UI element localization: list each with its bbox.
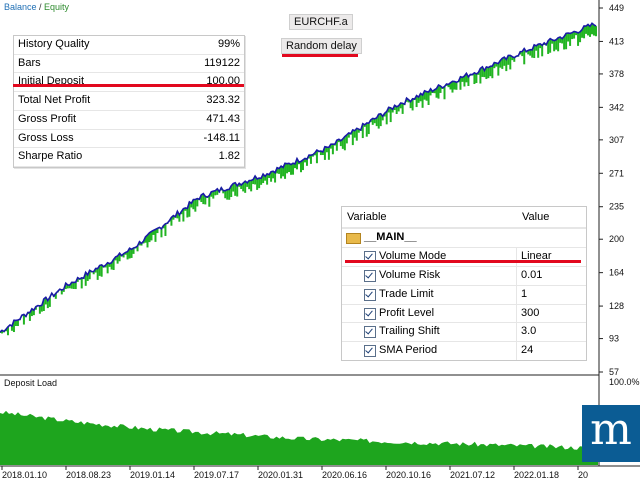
- mql5-logo: m: [582, 405, 640, 462]
- stats-label: Sharpe Ratio: [18, 150, 83, 163]
- params-header-value: Value: [522, 211, 550, 223]
- param-name: SMA Period: [379, 344, 438, 357]
- param-name: Profit Level: [379, 306, 435, 319]
- stats-row: Total Net Profit 323.32: [14, 92, 244, 111]
- param-row[interactable]: SMA Period 24: [342, 341, 586, 361]
- deposit-underline: [13, 84, 244, 87]
- folder-icon: [346, 233, 361, 244]
- param-name: Trade Limit: [379, 287, 434, 300]
- stats-value: 119122: [204, 56, 240, 69]
- parameters-panel: Variable Value __MAIN__ Volume Mode Linea…: [341, 206, 587, 362]
- deposit-load-plot: Deposit Load: [0, 378, 598, 465]
- stats-value: 323.32: [206, 94, 240, 107]
- y-tick-label: 378: [609, 69, 624, 79]
- param-value[interactable]: 0.01: [517, 267, 542, 285]
- x-tick-label: 2018.01.10: [2, 470, 47, 480]
- params-group-row[interactable]: __MAIN__: [342, 228, 586, 247]
- stats-row: Gross Loss -148.11: [14, 129, 244, 148]
- x-tick-label: 2019.01.14: [130, 470, 175, 480]
- y-tick-label: 342: [609, 102, 624, 112]
- x-tick-label: 2019.07.17: [194, 470, 239, 480]
- x-tick-label: 2020.01.31: [258, 470, 303, 480]
- param-name: Trailing Shift: [379, 325, 440, 338]
- checkbox-icon[interactable]: [364, 326, 376, 339]
- legend-separator: /: [36, 2, 45, 12]
- stats-label: Initial Deposit: [18, 75, 85, 88]
- param-value[interactable]: Linear: [517, 248, 552, 266]
- y-tick-label: 128: [609, 301, 624, 311]
- x-tick-label: 2020.06.16: [322, 470, 367, 480]
- stats-value: -148.11: [203, 131, 241, 144]
- params-header-variable: Variable: [347, 211, 387, 223]
- stats-value: 100.00: [206, 75, 240, 88]
- stats-label: Total Net Profit: [18, 94, 91, 107]
- param-name: Volume Risk: [379, 268, 441, 281]
- params-group-label: __MAIN__: [364, 231, 417, 243]
- stats-label: Bars: [18, 56, 41, 69]
- param-value[interactable]: 3.0: [517, 323, 536, 341]
- stats-row: Sharpe Ratio 1.82: [14, 148, 244, 167]
- param-row[interactable]: Volume Risk 0.01: [342, 265, 586, 285]
- param-value[interactable]: 1: [517, 286, 527, 304]
- symbol-label: EURCHF.a: [289, 14, 353, 30]
- deposit-load-title: Deposit Load: [4, 378, 57, 388]
- chart-legend: Balance / Equity: [4, 2, 69, 12]
- y-tick-label: 271: [609, 168, 624, 178]
- load-y-tick-label: 100.0%: [609, 377, 640, 387]
- stats-value: 1.82: [218, 150, 240, 163]
- x-tick-label: 2020.10.16: [386, 470, 431, 480]
- y-tick-label: 413: [609, 36, 624, 46]
- volume-mode-underline: [345, 260, 581, 263]
- stats-label: Gross Profit: [18, 112, 77, 125]
- param-value[interactable]: 300: [517, 305, 539, 323]
- x-axis: 2018.01.10 2018.08.23 2019.01.14 2019.07.17…: [0, 465, 640, 480]
- deposit-load-area: [0, 410, 598, 465]
- y-tick-label: 200: [609, 234, 624, 244]
- checkbox-icon[interactable]: [364, 288, 376, 301]
- y-tick-label: 307: [609, 135, 624, 145]
- delay-label: Random delay: [281, 38, 362, 54]
- param-row[interactable]: Trade Limit 1: [342, 284, 586, 304]
- x-tick-label: 2021.07.12: [450, 470, 495, 480]
- checkbox-icon[interactable]: [364, 345, 376, 358]
- y-tick-label: 93: [609, 334, 619, 344]
- y-tick-label: 235: [609, 202, 624, 212]
- param-row[interactable]: Profit Level 300: [342, 303, 586, 323]
- stats-label: History Quality: [18, 38, 90, 50]
- y-tick-label: 164: [609, 268, 624, 278]
- y-tick-label: 57: [609, 367, 619, 377]
- stats-panel: History Quality 99% Bars 119122 Initial Depo…: [13, 35, 245, 168]
- y-tick-label: 449: [609, 3, 624, 13]
- x-tick-label: 20: [578, 470, 588, 480]
- legend-equity: Equity: [44, 2, 70, 12]
- checkbox-icon[interactable]: [364, 307, 376, 320]
- x-tick-label: 2018.08.23: [66, 470, 111, 480]
- delay-underline: [282, 54, 358, 57]
- legend-balance: Balance: [4, 2, 37, 12]
- stats-value: 99%: [217, 38, 240, 50]
- x-tick-label: 2022.01.18: [514, 470, 559, 480]
- param-row[interactable]: Trailing Shift 3.0: [342, 322, 586, 342]
- stats-value: 471.43: [206, 112, 240, 125]
- param-name: Volume Mode: [379, 249, 447, 262]
- stats-row: Bars 119122: [14, 54, 244, 73]
- stats-row: Gross Profit 471.43: [14, 110, 244, 130]
- stats-row: History Quality 99%: [14, 36, 244, 55]
- checkbox-icon[interactable]: [364, 269, 376, 282]
- stats-row: Initial Deposit 100.00: [14, 73, 244, 92]
- stats-label: Gross Loss: [18, 131, 74, 144]
- param-value[interactable]: 24: [517, 342, 533, 360]
